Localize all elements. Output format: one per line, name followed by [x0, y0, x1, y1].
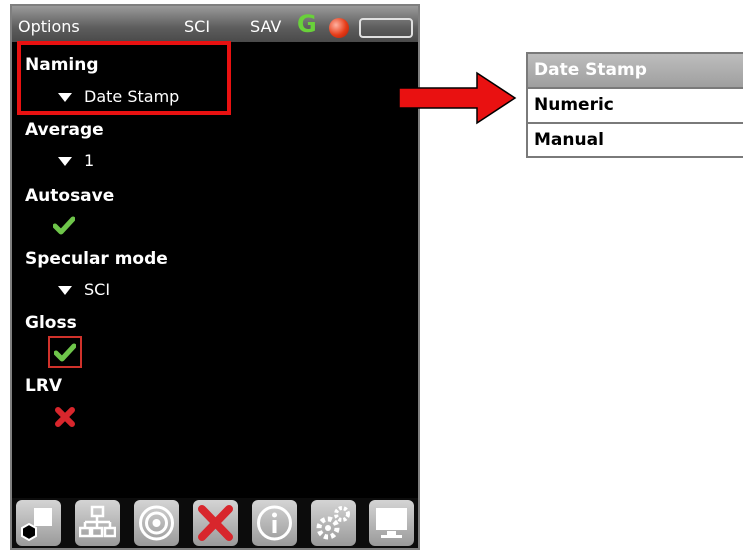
naming-options-list: Date Stamp Numeric Manual [526, 52, 743, 158]
monitor-icon [376, 508, 407, 538]
naming-highlight-box [17, 41, 231, 115]
gloss-checkbox[interactable] [48, 336, 82, 368]
battery-icon [359, 18, 413, 38]
network-icon [79, 505, 116, 538]
option-label-average: Average [25, 120, 104, 140]
shapes-icon [21, 508, 52, 542]
screen-title: Options [18, 17, 80, 36]
specular-mode-dropdown[interactable]: SCI [58, 280, 110, 299]
option-label-gloss: Gloss [25, 313, 77, 333]
tools-icon [198, 505, 233, 541]
target-button[interactable] [134, 500, 179, 546]
info-button[interactable] [252, 500, 297, 546]
dropdown-triangle-icon [58, 286, 72, 295]
target-icon [139, 505, 174, 541]
specular-mode-value: SCI [84, 280, 111, 299]
option-label-autosave: Autosave [25, 186, 115, 206]
record-icon [329, 18, 349, 38]
dropdown-triangle-icon [58, 157, 72, 166]
info-icon [257, 505, 292, 541]
bottom-toolbar [12, 498, 418, 548]
measurement-mode: SCI [184, 17, 211, 36]
naming-option-numeric[interactable]: Numeric [528, 87, 743, 120]
settings-button[interactable] [311, 500, 356, 546]
option-label-specular-mode: Specular mode [25, 249, 168, 269]
average-value: 1 [84, 151, 95, 170]
network-button[interactable] [75, 500, 120, 546]
gloss-check-icon [54, 343, 76, 362]
lrv-cross-icon[interactable] [54, 406, 76, 428]
device-screen: Options SCI SAV G Naming Date Stamp Aver… [10, 4, 420, 550]
option-label-lrv: LRV [25, 376, 63, 396]
shapes-button[interactable] [16, 500, 61, 546]
status-bar: Options SCI SAV G [12, 6, 418, 42]
naming-option-manual[interactable]: Manual [528, 122, 743, 155]
settings-icon [316, 506, 350, 540]
g-status-icon: G [297, 10, 317, 38]
tools-button[interactable] [193, 500, 238, 546]
average-dropdown[interactable]: 1 [58, 151, 94, 170]
save-indicator: SAV [250, 17, 282, 36]
autosave-check-icon[interactable] [53, 214, 75, 236]
naming-option-date-stamp[interactable]: Date Stamp [528, 54, 743, 87]
red-arrow-icon [398, 71, 517, 125]
monitor-button[interactable] [369, 500, 414, 546]
